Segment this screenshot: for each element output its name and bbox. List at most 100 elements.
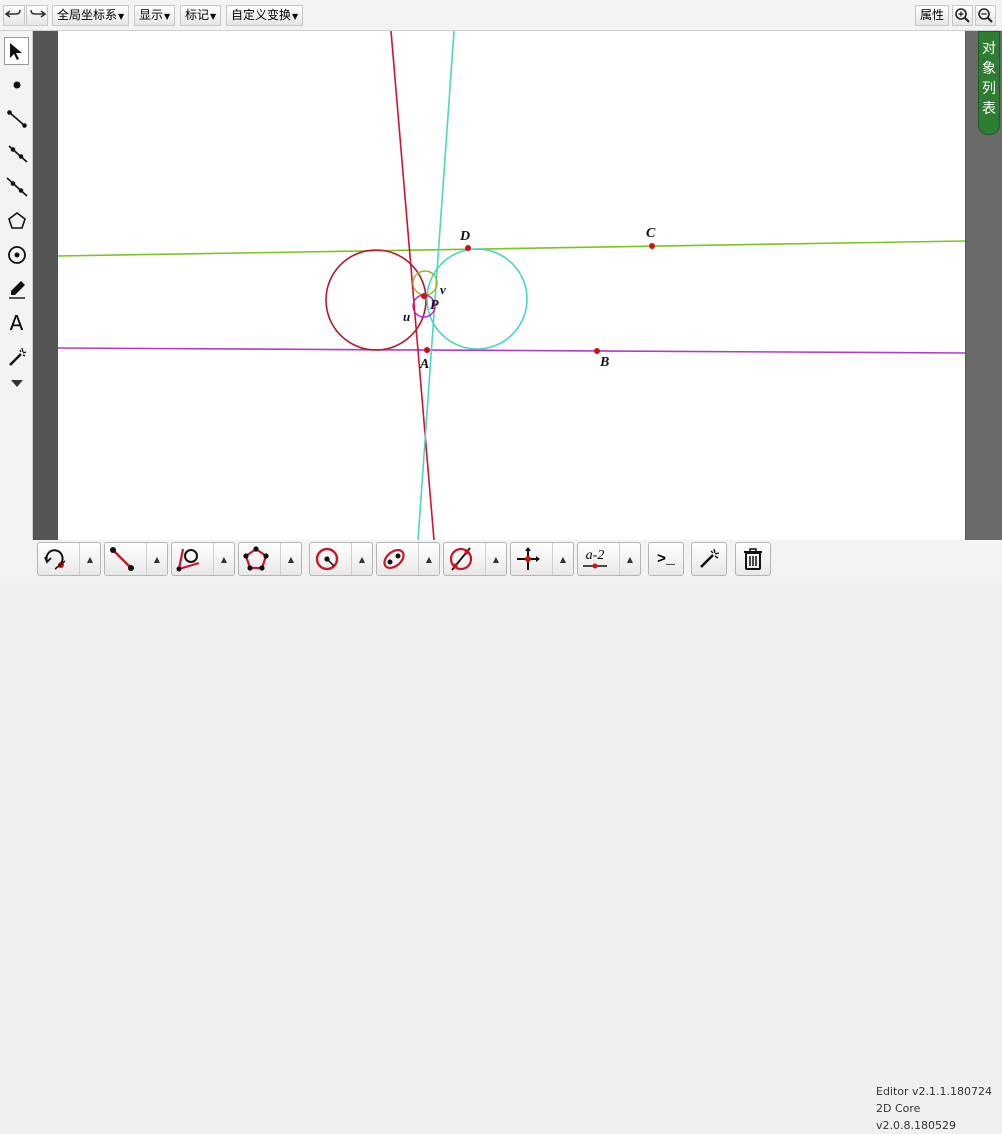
circle-tool[interactable] [4, 241, 29, 269]
object-list-tab[interactable]: 对 象 列 表 [978, 31, 1000, 135]
point-d[interactable] [465, 245, 471, 251]
point-b[interactable] [594, 348, 600, 354]
line-red[interactable] [390, 31, 435, 540]
line-icon [5, 177, 28, 197]
rotate-tool-icon [44, 549, 66, 570]
intersect-tool-group[interactable]: ▲ [443, 542, 507, 576]
text-icon: A [9, 311, 24, 335]
segment-icon [6, 110, 27, 128]
angle-tool-group[interactable]: ▲ [171, 542, 235, 576]
object-list-char: 象 [982, 61, 996, 77]
segment-tool-group[interactable]: ▲ [104, 542, 168, 576]
label-v: v [440, 282, 446, 297]
point-a[interactable] [424, 347, 430, 353]
undo-icon [4, 9, 21, 18]
magic-icon [8, 347, 26, 366]
text-tool[interactable]: A [4, 309, 29, 337]
chevron-down-icon: ▼ [292, 12, 299, 21]
magic-wand-button[interactable] [691, 542, 727, 576]
point-c[interactable] [649, 243, 655, 249]
transform-tool-icon [517, 547, 540, 570]
label-b: B [599, 355, 609, 370]
custom-transform-label: 自定义变换 [231, 8, 292, 22]
zoom-out-icon [978, 8, 993, 23]
conic-tool-group[interactable]: ▲ [376, 542, 440, 576]
segment-tool[interactable] [4, 105, 29, 133]
custom-transform-menu[interactable]: 自定义变换▼ [226, 5, 304, 26]
zoom-in-button[interactable] [952, 5, 973, 26]
point-icon [13, 81, 20, 89]
mark-label: 标记 [185, 8, 210, 22]
polygon-tool-icon [243, 546, 269, 571]
angle-tool-icon [176, 548, 200, 572]
magic-tool[interactable] [4, 343, 29, 371]
circle-tool-icon [315, 547, 339, 571]
object-list-char: 对 [982, 41, 996, 57]
redo-icon [30, 9, 47, 18]
line-tool[interactable] [4, 173, 29, 201]
command-tool-button[interactable]: >_ [648, 542, 684, 576]
delete-button[interactable] [735, 542, 771, 576]
mark-menu[interactable]: 标记▼ [180, 5, 222, 26]
segment-tool-icon [110, 547, 134, 571]
label-a: A [419, 357, 429, 372]
line-dc[interactable] [58, 240, 965, 257]
chevron-down-icon: ▼ [164, 12, 171, 21]
measure-tool-icon: a-2 [585, 548, 605, 563]
expand-arrow-icon[interactable]: ▲ [485, 543, 506, 575]
line-ab[interactable] [58, 347, 965, 354]
label-p: P [430, 298, 439, 313]
chevron-down-icon: ▼ [210, 12, 217, 21]
object-list-char: 列 [982, 81, 996, 97]
expand-arrow-icon[interactable]: ▲ [79, 543, 100, 575]
geometry-canvas[interactable]: A B C D P u v [58, 31, 965, 540]
point-p[interactable] [421, 293, 427, 299]
core-version: 2D Core v2.0.8.180529 [876, 1102, 956, 1132]
measure-tool-group[interactable]: a-2 ▲ [577, 542, 641, 576]
version-info: Editor v2.1.1.180724 2D Core v2.0.8.1805… [876, 1083, 1002, 1134]
zoom-out-button[interactable] [975, 5, 996, 26]
polygon-tool[interactable] [4, 207, 29, 235]
drawing-area[interactable]: A B C D P u v [58, 31, 965, 540]
chevron-down-icon: ▼ [118, 12, 125, 21]
coordinate-system-menu[interactable]: 全局坐标系▼ [52, 5, 130, 26]
expand-arrow-icon[interactable]: ▲ [146, 543, 167, 575]
left-toolbar: A [0, 31, 33, 540]
expand-arrow-icon[interactable]: ▲ [280, 543, 301, 575]
circle-red[interactable] [325, 249, 427, 351]
circle-cyan[interactable] [426, 248, 528, 350]
display-menu[interactable]: 显示▼ [134, 5, 176, 26]
properties-button[interactable]: 属性 [915, 5, 950, 26]
rotate-tool-group[interactable]: ▲ [37, 542, 101, 576]
select-arrow-icon [9, 43, 22, 60]
magic-wand-icon [700, 548, 720, 568]
editor-version: Editor v2.1.1.180724 [876, 1085, 993, 1098]
expand-arrow-icon[interactable]: ▲ [552, 543, 573, 575]
conic-tool-icon [383, 549, 405, 569]
coordinate-system-label: 全局坐标系 [57, 8, 118, 22]
label-u: u [403, 309, 410, 324]
label-c: C [646, 226, 656, 241]
polygon-icon [7, 212, 26, 229]
label-d: D [459, 229, 470, 244]
ray-tool[interactable] [4, 139, 29, 167]
intersect-tool-icon [449, 547, 473, 571]
expand-arrow-icon[interactable]: ▲ [418, 543, 439, 575]
circle-tool-group[interactable]: ▲ [309, 542, 373, 576]
bottom-toolbar: ▲ ▲ ▲ ▲ ▲ ▲ ▲ ▲ a-2 ▲ >_ Editor v2.1.1.1… [0, 540, 1002, 1132]
undo-button[interactable] [3, 5, 25, 26]
pen-tool[interactable] [4, 275, 29, 303]
transform-tool-group[interactable]: ▲ [510, 542, 574, 576]
measure-underline-icon [583, 563, 607, 569]
polygon-tool-group[interactable]: ▲ [238, 542, 302, 576]
select-tool[interactable] [4, 37, 29, 65]
more-tools-button[interactable] [4, 373, 29, 393]
expand-arrow-icon[interactable]: ▲ [619, 543, 640, 575]
trash-icon [744, 548, 762, 570]
expand-arrow-icon[interactable]: ▲ [351, 543, 372, 575]
redo-button[interactable] [26, 5, 48, 26]
expand-arrow-icon[interactable]: ▲ [213, 543, 234, 575]
pen-icon [8, 281, 25, 299]
point-tool[interactable] [4, 71, 29, 99]
more-icon [10, 380, 23, 387]
